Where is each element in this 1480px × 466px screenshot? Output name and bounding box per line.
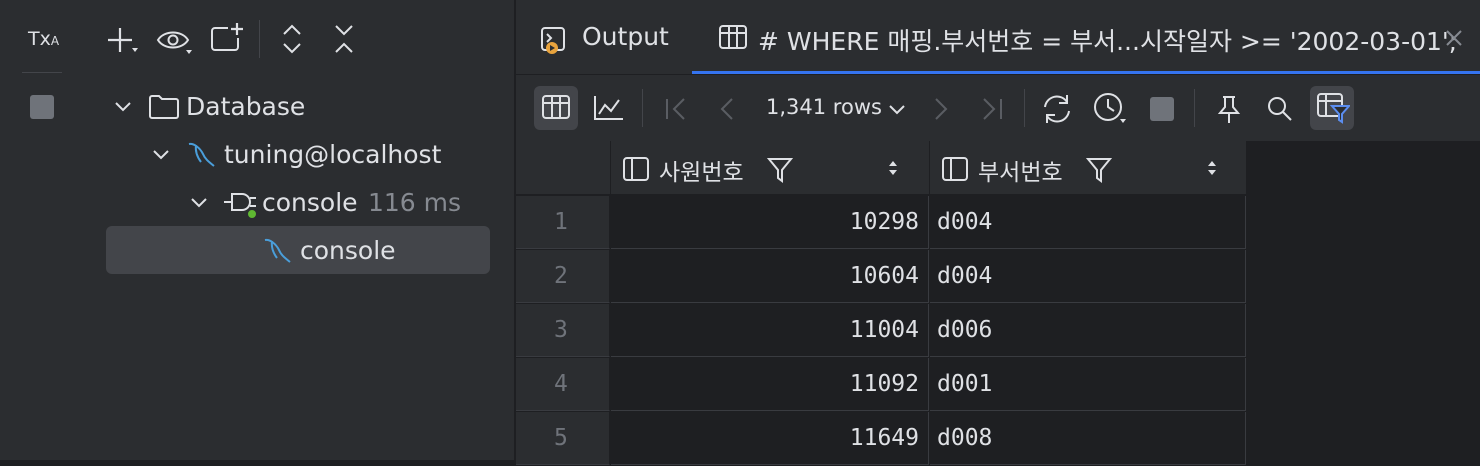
output-icon [540,26,568,56]
row-number: 5 [516,412,610,465]
tab-bar: Output # WHERE 매핑.부서번호 = 부서...시작일자 >= '2… [516,0,1480,75]
row-number: 1 [516,196,610,249]
row-number-header [516,141,611,194]
cell-emp-no[interactable]: 11092 [611,358,929,411]
filter-icon[interactable] [1086,157,1112,183]
tree-item-label: console [262,188,358,217]
table-view-button[interactable] [534,86,578,130]
column-header[interactable]: 사원번호 [611,141,930,194]
table-row[interactable]: 2 10604 d004 [516,250,1246,304]
expand-all-icon[interactable] [280,22,304,56]
tab-label: # WHERE 매핑.부서번호 = 부서...시작일자 >= '2002-03-… [758,27,1458,56]
row-number: 4 [516,358,610,411]
cell-dept-no[interactable]: d006 [930,304,1246,357]
chart-line-icon [593,94,625,122]
cell-dept-no[interactable]: d004 [930,250,1246,303]
table-row[interactable]: 5 11649 d008 [516,412,1246,466]
sort-icon[interactable] [887,159,899,177]
previous-page-icon[interactable] [718,97,738,121]
cell-dept-no[interactable]: d001 [930,358,1246,411]
column-icon [623,157,649,181]
toolbar-divider [1194,89,1195,127]
eye-icon[interactable] [156,26,194,56]
close-icon[interactable] [1444,28,1464,48]
tree-item-label: tuning@localhost [224,140,442,169]
table-row[interactable]: 1 10298 d004 [516,196,1246,250]
chevron-down-icon[interactable] [152,146,170,164]
result-toolbar: 1,341 rows [516,75,1480,141]
refresh-icon[interactable] [1040,93,1074,125]
plug-connected-icon [222,190,258,220]
tree-item-label: Database [186,92,306,121]
column-icon [942,157,968,181]
database-explorer-panel: TxA Database tuning@localhost console 11… [0,0,515,460]
tree-item-console[interactable]: console 116 ms [186,180,490,226]
cell-emp-no[interactable]: 11004 [611,304,929,357]
results-panel: Output # WHERE 매핑.부서번호 = 부서...시작일자 >= '2… [516,0,1480,465]
column-header-label: 사원번호 [659,160,744,186]
active-tab-indicator [692,71,1480,74]
execution-time: 116 ms [368,188,462,217]
filter-table-icon [1316,92,1350,124]
mysql-dolphin-icon [186,140,218,170]
cell-emp-no[interactable]: 11649 [611,412,929,465]
last-page-icon[interactable] [980,97,1004,121]
row-number: 3 [516,304,610,357]
chevron-down-icon[interactable] [888,103,906,117]
filter-icon[interactable] [767,157,793,183]
cell-dept-no[interactable]: d008 [930,412,1246,465]
tree-item-session-console[interactable]: console [260,228,490,274]
cell-emp-no[interactable]: 10298 [611,196,929,249]
table-row[interactable]: 3 11004 d006 [516,304,1246,358]
tab-label: Output [582,22,669,51]
column-header-label: 부서번호 [978,160,1063,186]
row-number: 2 [516,250,610,303]
folder-icon [148,94,180,120]
cell-emp-no[interactable]: 10604 [611,250,929,303]
toolbar-divider [259,20,260,58]
tree-item-label: console [300,236,396,265]
tx-label: Tx [28,28,51,50]
add-icon[interactable] [104,24,140,56]
search-icon[interactable] [1266,95,1294,123]
table-grid-icon [718,24,748,52]
first-page-icon[interactable] [664,97,688,121]
sort-icon[interactable] [1206,159,1218,177]
column-header[interactable]: 부서번호 [930,141,1247,194]
pin-icon[interactable] [1216,95,1242,125]
table-row[interactable]: 4 11092 d001 [516,358,1246,412]
chevron-down-icon[interactable] [114,98,132,116]
toolbar-divider [1024,89,1025,127]
tx-sub-label: A [50,34,60,48]
next-page-icon[interactable] [930,97,950,121]
tree-item-datasource[interactable]: tuning@localhost [148,132,490,178]
history-clock-icon[interactable] [1092,91,1128,127]
new-query-console-icon[interactable] [210,22,246,56]
tree-item-database[interactable]: Database [110,84,490,130]
cell-dept-no[interactable]: d004 [930,196,1246,249]
toolbar-divider [642,89,643,127]
mysql-dolphin-icon [262,236,294,266]
chevron-down-icon[interactable] [190,194,208,212]
collapse-all-icon[interactable] [332,22,356,56]
filter-view-button[interactable] [1310,86,1354,130]
tab-output[interactable]: Output [534,0,694,74]
stop-icon[interactable] [30,95,54,119]
transaction-mode-button[interactable]: TxA [28,28,59,50]
table-grid-icon [541,94,571,122]
tab-query-result[interactable]: # WHERE 매핑.부서번호 = 부서...시작일자 >= '2002-03-… [692,0,1480,74]
left-toolbar-divider [22,72,62,73]
row-count-selector[interactable]: 1,341 rows [766,95,882,119]
stop-icon[interactable] [1150,97,1174,121]
chart-view-button[interactable] [586,86,630,130]
